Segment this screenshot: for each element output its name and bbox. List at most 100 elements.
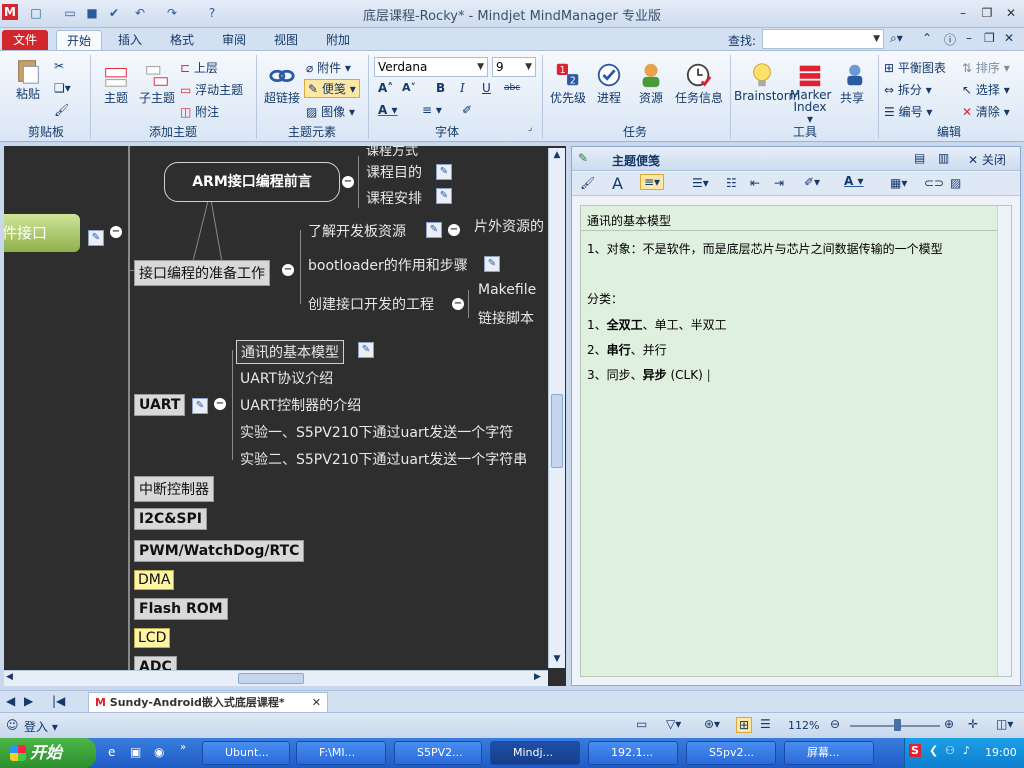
topic-lcd[interactable]: LCD [134,628,171,648]
numbering-button[interactable]: ☰ 编号 ▾ [884,103,932,120]
topic-button[interactable]: 主题 [98,61,134,106]
notes-button[interactable]: ✎ 便笺 ▾ [304,79,360,98]
central-note-icon[interactable]: ✎ [88,230,104,246]
tab-addins[interactable]: 附加 [316,30,360,50]
notes-editor[interactable]: 通讯的基本模型 1、对象：不是软件，而是底层芯片与芯片之间数据传输的一个模型 分… [580,205,1012,677]
split-button[interactable]: ⇔ 拆分 ▾ [884,81,932,98]
topic-bootloader[interactable]: bootloader的作用和步骤 [308,255,468,275]
volume-icon[interactable]: ♪ [963,744,970,757]
map-horizontal-scrollbar[interactable]: ◀ ▶ [4,670,548,686]
doc-tab-active[interactable]: M Sundy-Android嵌入式底层课程* ✕ [88,692,328,712]
parent-topic-button[interactable]: ⊏ 上层 [180,59,218,76]
link-icon[interactable]: ⊂⊃ [924,176,944,190]
topic-comm-model[interactable]: 通讯的基本模型 [236,340,344,364]
numbered-list-icon[interactable]: ☰▾ [692,176,709,190]
topic-prep-work[interactable]: 接口编程的准备工作 [134,260,270,286]
topic-offchip-resources[interactable]: 片外资源的 [474,216,544,236]
tab-insert[interactable]: 插入 [108,30,152,50]
font-icon[interactable]: A [612,174,623,193]
doc-list-icon[interactable]: |◀ [52,694,65,708]
tab-home[interactable]: 开始 [56,30,102,50]
topic-i2c-spi[interactable]: I2C&SPI [134,508,207,530]
tab-format[interactable]: 格式 [160,30,204,50]
bold-icon[interactable]: B [436,81,445,95]
outdent-icon[interactable]: ⇤ [750,176,760,190]
scroll-down-icon[interactable]: ▼ [551,654,563,666]
font-dialog-launcher-icon[interactable]: ⌟ [528,123,532,133]
callout-button[interactable]: ◫ 附注 [180,103,219,120]
schedule-note-icon[interactable]: ✎ [436,188,452,204]
brainstorm-button[interactable]: Brainstorm [734,61,800,103]
task-s5pv2-b[interactable]: S5pv2... [686,741,776,765]
topic-interrupt[interactable]: 中断控制器 [134,476,214,502]
zoom-slider-thumb[interactable] [894,719,901,731]
task-explorer[interactable]: F:\MI... [296,741,386,765]
board-note-icon[interactable]: ✎ [426,222,442,238]
task-ubuntu[interactable]: Ubunt... [202,741,290,765]
task-s5pv2-a[interactable]: S5PV2... [394,741,482,765]
collapse-ribbon-icon[interactable]: ⌃ [922,31,932,45]
prev-doc-icon[interactable]: ◀ [6,694,15,708]
filter-icon[interactable]: ▽▾ [666,717,681,731]
share-button[interactable]: 共享 [834,61,870,106]
balance-map-button[interactable]: ⊞ 平衡图表 [884,59,946,76]
topic-exp2[interactable]: 实验二、S5PV210下通过uart发送一个字符串 [240,449,527,469]
zoom-in-icon[interactable]: ⊕ [944,717,954,731]
topic-uart-protocol[interactable]: UART协议介绍 [240,368,333,388]
tab-view[interactable]: 视图 [264,30,308,50]
task-ip[interactable]: 192.1... [588,741,678,765]
hyperlink-button[interactable]: 超链接 [262,61,302,106]
uart-note-icon[interactable]: ✎ [192,398,208,414]
restore-icon[interactable]: ❐ [978,6,996,20]
callout-collapse-icon[interactable]: − [342,176,354,188]
map-canvas[interactable]: 件接口 ✎ − ARM接口编程前言 − 课程方式 课程目的 ✎ 课程安排 ✎ 接… [4,146,566,686]
notes-close-button[interactable]: ✕ 关闭 [968,151,1006,168]
priority-button[interactable]: 12 优先级 [548,61,588,106]
align-icon[interactable]: ≡ ▾ [422,103,442,117]
topic-uart-controller[interactable]: UART控制器的介绍 [240,395,361,415]
doc-restore-icon[interactable]: ❐ [984,31,995,45]
task-mindjet[interactable]: Mindj... [490,741,580,765]
bullet-list-icon[interactable]: ☷ [726,176,737,190]
table-icon[interactable]: ▦▾ [890,176,907,190]
layout-icon[interactable]: ⊛▾ [704,717,720,731]
scroll-right-icon[interactable]: ▶ [534,672,541,682]
binoculars-icon[interactable]: ⌕▾ [890,31,903,46]
topic-link-script[interactable]: 链接脚本 [478,308,534,328]
topic-flash[interactable]: Flash ROM [134,598,228,620]
align-left-icon[interactable]: ≡▾ [640,174,665,190]
uart-collapse-icon[interactable]: − [214,398,226,410]
next-doc-icon[interactable]: ▶ [24,694,33,708]
task-screen[interactable]: 屏幕... [784,741,874,765]
topic-exp1[interactable]: 实验一、S5PV210下通过uart发送一个字符 [240,422,513,442]
marker-index-button[interactable]: Marker Index ▾ [790,61,831,125]
tray-expand-icon[interactable]: ❮ [929,744,938,757]
font-family-select[interactable]: Verdana ▼ [374,57,488,77]
doc-tab-close-icon[interactable]: ✕ [312,693,321,712]
view-icon[interactable]: ▭ [636,717,647,731]
progress-button[interactable]: 进程 [592,61,626,106]
topic-board-resources[interactable]: 了解开发板资源 [308,221,406,241]
tab-review[interactable]: 审阅 [212,30,256,50]
notes-option1-icon[interactable]: ▤ [914,151,925,165]
callout-topic[interactable]: ARM接口编程前言 [164,162,340,202]
insert-image-icon[interactable]: ▨ [950,176,961,190]
floating-topic-button[interactable]: ▭ 浮动主题 [180,81,243,98]
topic-course-method[interactable]: 课程方式 [366,146,418,159]
vertical-scroll-thumb[interactable] [551,394,563,468]
image-button[interactable]: ▨ 图像 ▾ [306,103,355,120]
prep-collapse-icon[interactable]: − [282,264,294,276]
sort-button[interactable]: ⇅ 排序 ▾ [962,59,1010,76]
ie-icon[interactable]: e [108,745,115,759]
task-info-button[interactable]: 任务信息 [672,61,726,106]
topic-course-purpose[interactable]: 课程目的 [366,162,422,182]
map-view-icon[interactable]: ⊞ [736,717,753,733]
highlight-icon[interactable]: ✐▾ [804,175,820,189]
fit-map-icon[interactable]: ✛ [968,717,978,731]
zoom-out-icon[interactable]: ⊖ [830,717,840,731]
bootloader-note-icon[interactable]: ✎ [484,256,500,272]
font-size-select[interactable]: 9 ▼ [492,57,536,77]
notes-scrollbar[interactable] [997,206,1011,676]
text-color-icon[interactable]: A ▾ [844,174,864,188]
grow-font-icon[interactable]: A˄ [378,81,393,95]
